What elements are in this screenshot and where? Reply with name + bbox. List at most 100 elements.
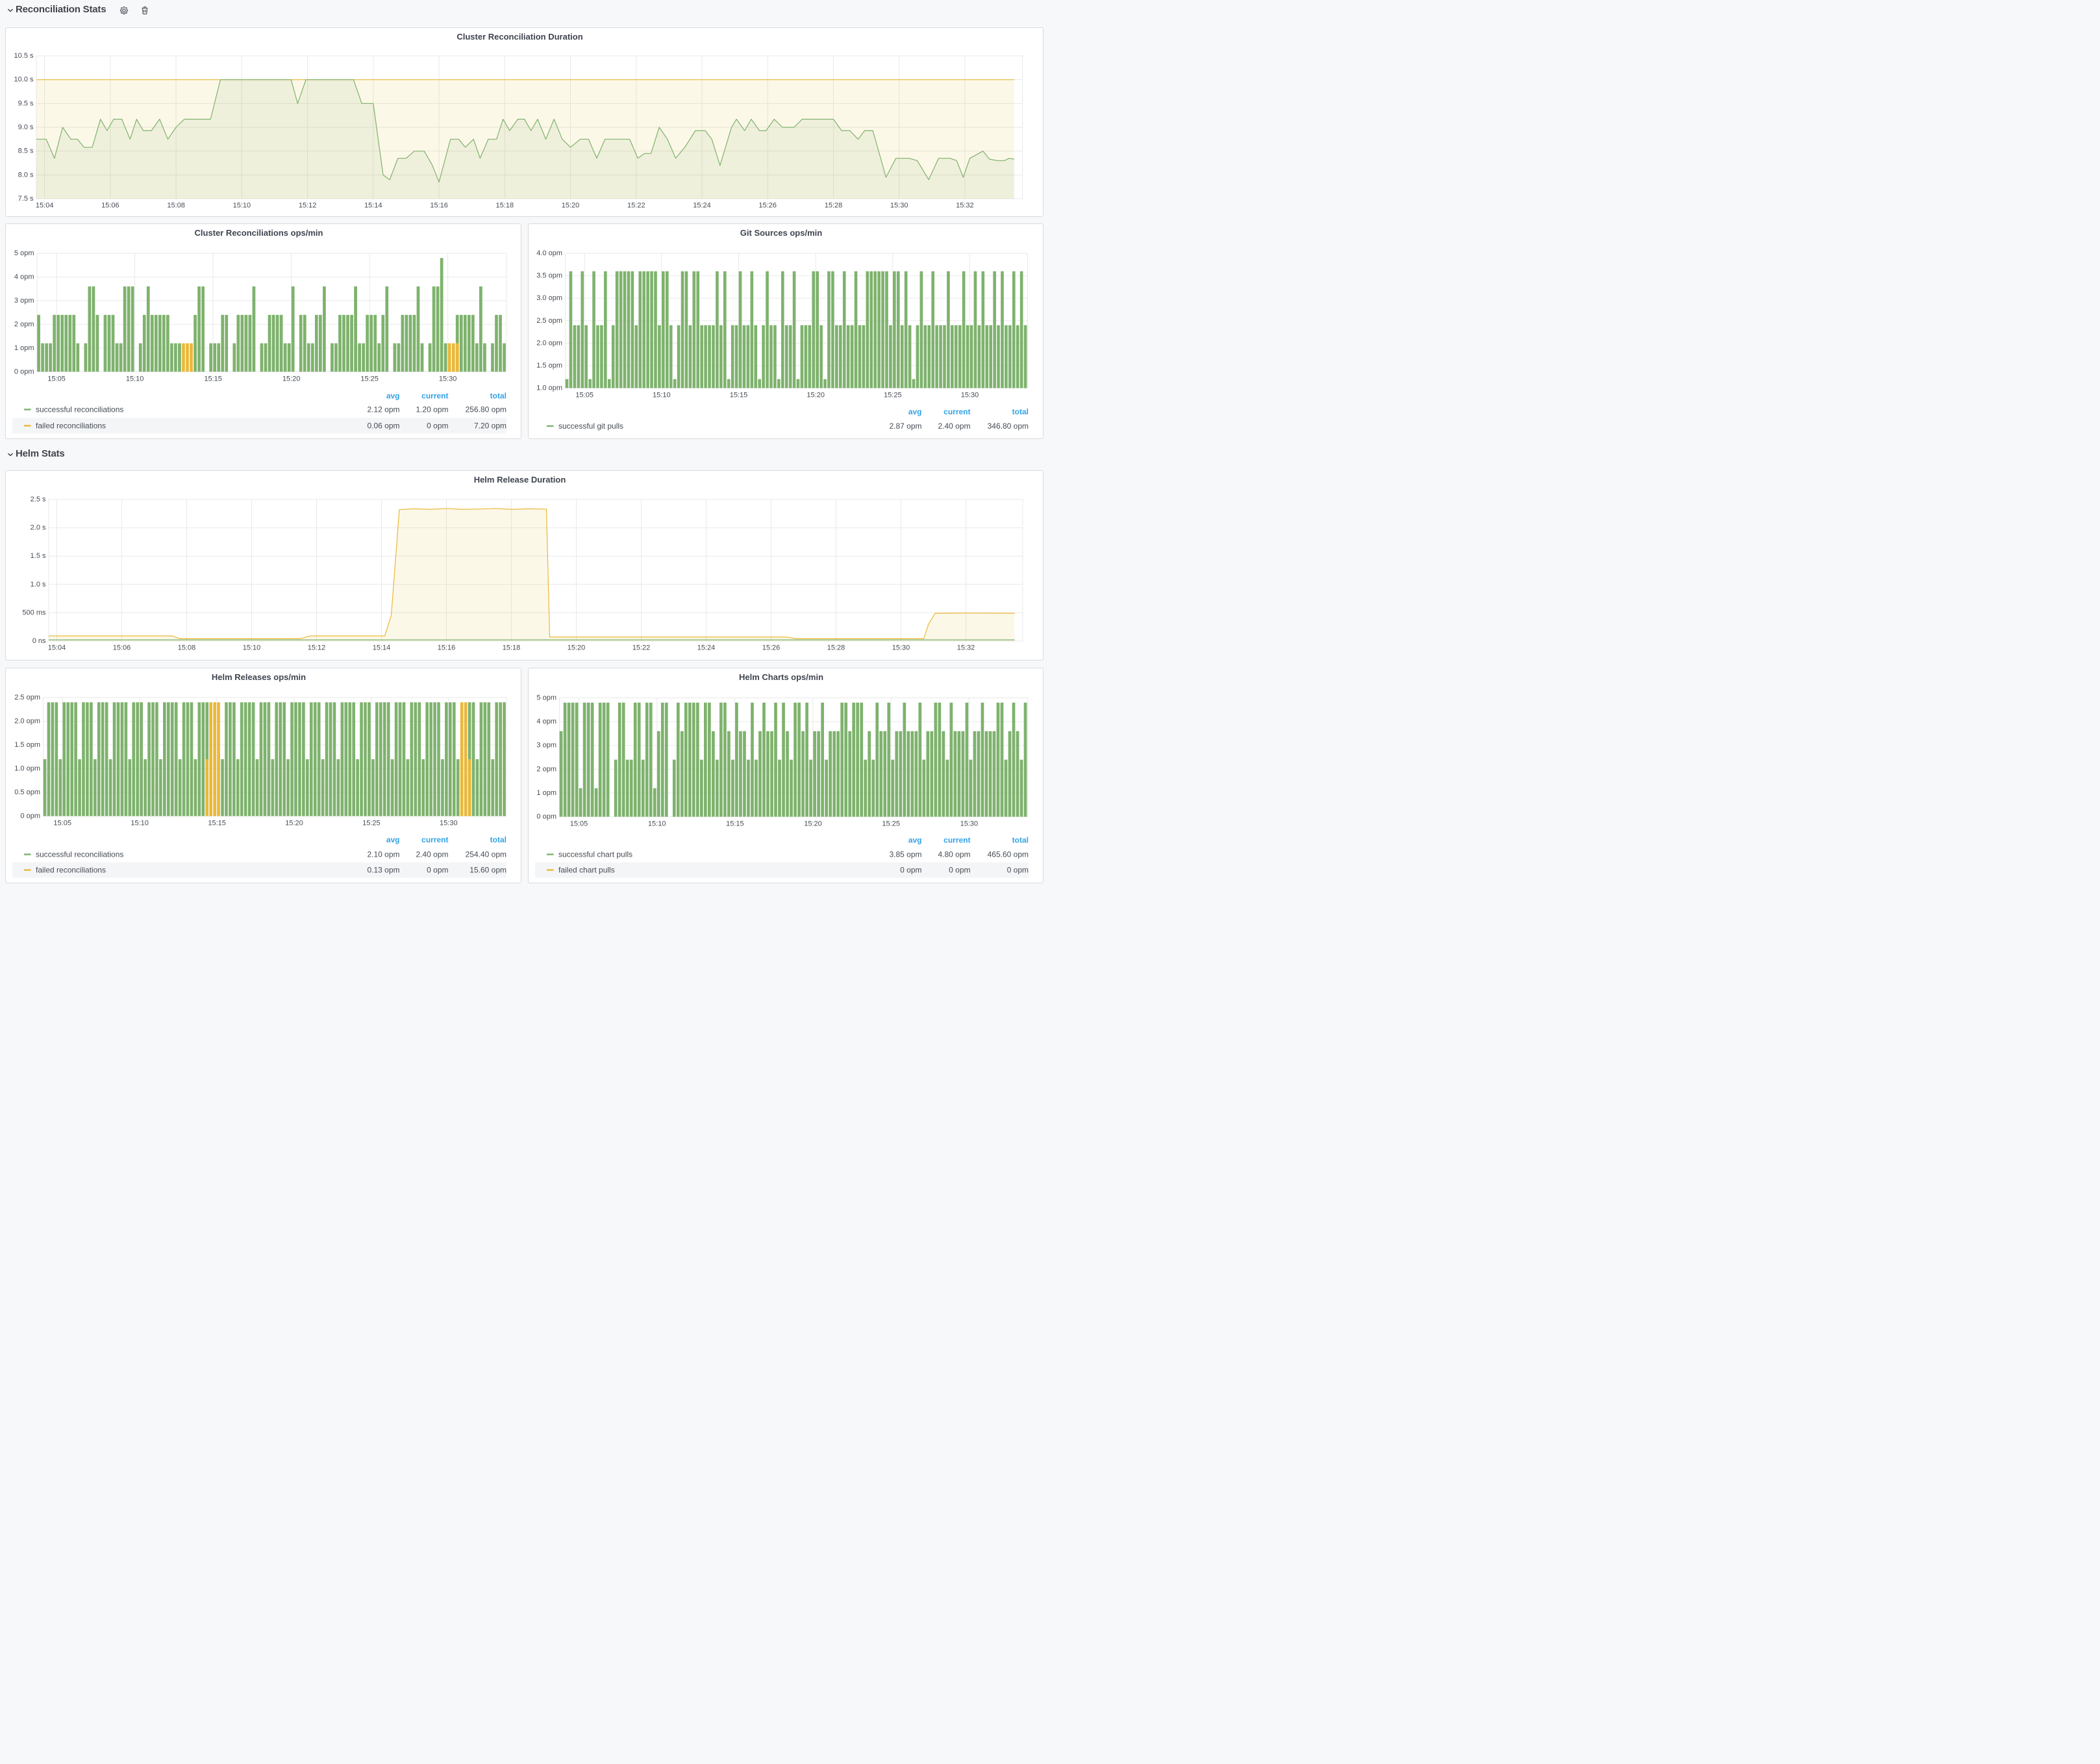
svg-text:Helm Release Duration: Helm Release Duration xyxy=(474,475,566,485)
svg-text:10.0 s: 10.0 s xyxy=(14,76,34,84)
svg-text:15:20: 15:20 xyxy=(285,820,303,827)
svg-text:254.40 opm: 254.40 opm xyxy=(466,850,506,859)
svg-text:2 opm: 2 opm xyxy=(14,320,34,328)
svg-text:15:32: 15:32 xyxy=(957,644,975,652)
svg-text:8.5 s: 8.5 s xyxy=(18,147,34,155)
svg-text:successful reconciliations: successful reconciliations xyxy=(36,405,123,414)
svg-text:15:20: 15:20 xyxy=(804,820,822,828)
svg-text:avg: avg xyxy=(908,836,922,845)
svg-text:1.5 opm: 1.5 opm xyxy=(14,741,40,749)
svg-text:15:18: 15:18 xyxy=(496,202,514,210)
svg-text:15:28: 15:28 xyxy=(827,644,845,652)
svg-text:15:20: 15:20 xyxy=(282,375,301,383)
svg-text:15:26: 15:26 xyxy=(762,644,781,652)
svg-text:1.0 opm: 1.0 opm xyxy=(536,384,562,392)
svg-text:2.5 opm: 2.5 opm xyxy=(14,694,40,701)
svg-text:4.80 opm: 4.80 opm xyxy=(938,850,970,859)
svg-text:15:12: 15:12 xyxy=(308,644,326,652)
svg-text:failed chart pulls: failed chart pulls xyxy=(558,866,615,875)
svg-text:15:15: 15:15 xyxy=(726,820,744,828)
svg-text:0 opm: 0 opm xyxy=(900,866,921,875)
svg-text:current: current xyxy=(944,836,970,845)
svg-text:15:10: 15:10 xyxy=(233,202,251,210)
svg-text:15:20: 15:20 xyxy=(568,644,586,652)
svg-text:15:30: 15:30 xyxy=(892,644,910,652)
svg-text:7.20 opm: 7.20 opm xyxy=(474,422,506,431)
svg-text:3 opm: 3 opm xyxy=(536,742,556,750)
svg-text:15:04: 15:04 xyxy=(36,202,54,210)
svg-text:15:20: 15:20 xyxy=(806,392,825,399)
svg-text:15:25: 15:25 xyxy=(884,392,902,399)
svg-text:successful reconciliations: successful reconciliations xyxy=(36,850,123,859)
svg-text:1.5 opm: 1.5 opm xyxy=(536,362,562,370)
svg-text:15:18: 15:18 xyxy=(503,644,521,652)
svg-text:successful chart pulls: successful chart pulls xyxy=(558,850,632,859)
svg-text:1.5 s: 1.5 s xyxy=(31,552,46,560)
svg-text:15:25: 15:25 xyxy=(882,820,900,828)
svg-text:Git Sources ops/min: Git Sources ops/min xyxy=(740,228,822,238)
svg-text:2.5 opm: 2.5 opm xyxy=(536,317,562,325)
svg-text:0 ns: 0 ns xyxy=(32,637,46,645)
svg-text:total: total xyxy=(1012,836,1029,845)
svg-text:7.5 s: 7.5 s xyxy=(18,195,34,203)
svg-text:15:10: 15:10 xyxy=(126,375,144,383)
svg-text:15:32: 15:32 xyxy=(956,202,974,210)
svg-text:failed reconciliations: failed reconciliations xyxy=(36,422,106,431)
svg-text:15:24: 15:24 xyxy=(693,202,711,210)
svg-text:15:05: 15:05 xyxy=(570,820,588,828)
svg-text:15:15: 15:15 xyxy=(204,375,222,383)
svg-text:total: total xyxy=(1012,407,1029,416)
svg-text:current: current xyxy=(421,835,448,844)
svg-text:15:25: 15:25 xyxy=(360,375,379,383)
svg-text:3 opm: 3 opm xyxy=(14,297,34,305)
svg-text:500 ms: 500 ms xyxy=(22,609,46,616)
svg-text:15:12: 15:12 xyxy=(299,202,317,210)
svg-text:15:24: 15:24 xyxy=(697,644,716,652)
svg-text:1.20 opm: 1.20 opm xyxy=(416,405,448,414)
svg-text:15:22: 15:22 xyxy=(627,202,645,210)
svg-text:successful git pulls: successful git pulls xyxy=(558,422,623,431)
svg-text:Helm Releases ops/min: Helm Releases ops/min xyxy=(212,672,306,682)
svg-text:4 opm: 4 opm xyxy=(536,718,556,725)
svg-text:15:16: 15:16 xyxy=(438,644,456,652)
svg-text:15:10: 15:10 xyxy=(243,644,261,652)
svg-text:total: total xyxy=(490,835,506,844)
svg-text:15:30: 15:30 xyxy=(961,392,979,399)
svg-text:2.87 opm: 2.87 opm xyxy=(889,422,921,431)
svg-text:15:08: 15:08 xyxy=(167,202,185,210)
svg-text:2.0 opm: 2.0 opm xyxy=(14,718,40,725)
svg-text:total: total xyxy=(490,392,506,401)
svg-text:2.40 opm: 2.40 opm xyxy=(938,422,970,431)
svg-text:Helm Charts ops/min: Helm Charts ops/min xyxy=(739,672,823,682)
svg-text:1 opm: 1 opm xyxy=(14,344,34,352)
svg-text:15:05: 15:05 xyxy=(47,375,66,383)
svg-text:15:14: 15:14 xyxy=(364,202,382,210)
svg-text:15:05: 15:05 xyxy=(53,820,71,827)
svg-text:9.5 s: 9.5 s xyxy=(18,99,34,107)
svg-text:0 opm: 0 opm xyxy=(1007,866,1029,875)
svg-text:0.13 opm: 0.13 opm xyxy=(367,866,399,875)
svg-text:465.60 opm: 465.60 opm xyxy=(988,850,1029,859)
svg-text:15:05: 15:05 xyxy=(575,392,594,399)
svg-text:4.0 opm: 4.0 opm xyxy=(536,249,562,257)
svg-text:2.0 s: 2.0 s xyxy=(31,524,46,532)
svg-text:15:30: 15:30 xyxy=(440,820,458,827)
svg-text:avg: avg xyxy=(386,392,400,401)
svg-text:Cluster Reconciliation Duratio: Cluster Reconciliation Duration xyxy=(456,32,582,42)
svg-text:4 opm: 4 opm xyxy=(14,273,34,281)
svg-text:current: current xyxy=(944,407,970,416)
svg-text:15:10: 15:10 xyxy=(648,820,666,828)
svg-text:avg: avg xyxy=(386,835,400,844)
svg-text:0.5 opm: 0.5 opm xyxy=(14,788,40,796)
svg-text:346.80 opm: 346.80 opm xyxy=(988,422,1029,431)
svg-text:15:30: 15:30 xyxy=(890,202,908,210)
svg-text:15:15: 15:15 xyxy=(730,392,748,399)
svg-text:current: current xyxy=(421,392,448,401)
svg-text:15:08: 15:08 xyxy=(178,644,196,652)
svg-text:2 opm: 2 opm xyxy=(536,765,556,773)
svg-text:5 opm: 5 opm xyxy=(14,249,34,257)
svg-text:15:10: 15:10 xyxy=(131,820,149,827)
svg-text:Cluster Reconciliations ops/mi: Cluster Reconciliations ops/min xyxy=(195,228,323,238)
svg-text:8.0 s: 8.0 s xyxy=(18,171,34,179)
svg-text:1.0 s: 1.0 s xyxy=(31,581,46,588)
